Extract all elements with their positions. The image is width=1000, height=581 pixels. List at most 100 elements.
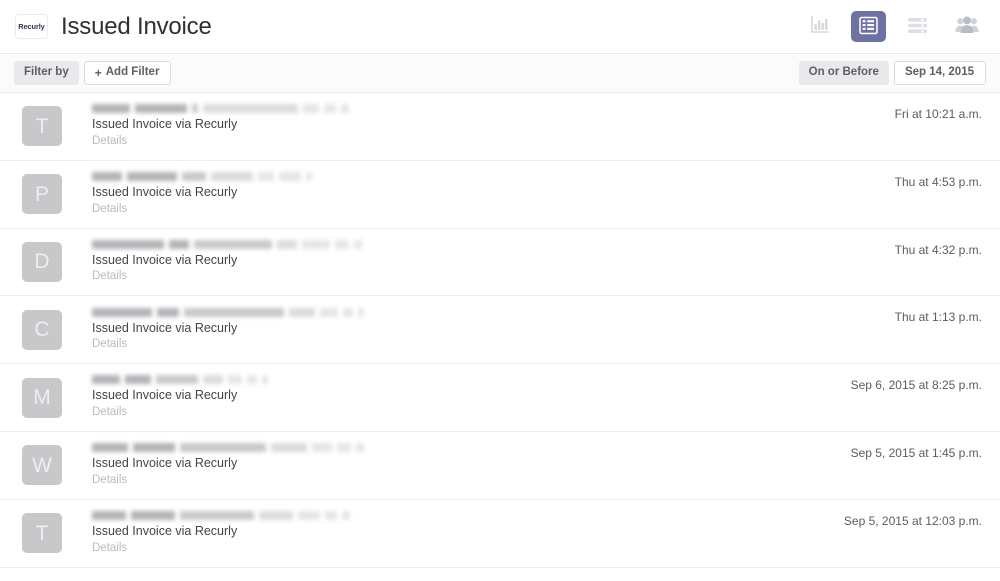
details-link[interactable]: Details [92, 541, 828, 556]
table-row[interactable]: W Issued Invoice via Recurly Details Sep 5,… [0, 432, 1000, 500]
redacted-segment [92, 375, 120, 385]
redacted-subject [92, 375, 835, 385]
filter-bar: Filter by + Add Filter On or Before Sep … [0, 54, 1000, 93]
avatar: P [22, 174, 62, 215]
plus-icon: + [94, 66, 102, 80]
row-body: Issued Invoice via Recurly Details [62, 104, 879, 149]
row-body: Issued Invoice via Recurly Details [62, 171, 879, 217]
bar-chart-button[interactable] [802, 11, 837, 42]
redacted-segment [192, 104, 198, 114]
people-icon [954, 16, 979, 38]
redacted-segment [157, 307, 179, 317]
redacted-segment [92, 307, 152, 317]
redacted-segment [203, 104, 298, 114]
filter-bar-left: Filter by + Add Filter [14, 61, 172, 85]
details-link[interactable]: Details [92, 202, 879, 217]
activity-list[interactable]: T Issued Invoice via Recurly Details Fri at… [0, 93, 1000, 581]
avatar: W [22, 445, 62, 486]
redacted-segment [180, 443, 266, 453]
row-timestamp: Thu at 4:32 p.m. [894, 242, 982, 257]
header-actions [802, 11, 984, 42]
redacted-subject [92, 104, 879, 114]
redacted-segment [335, 239, 349, 249]
redacted-segment [125, 375, 151, 385]
avatar: M [22, 377, 62, 418]
row-action-text: Issued Invoice via Recurly [92, 320, 238, 335]
redacted-segment [298, 510, 320, 520]
feed-button[interactable] [900, 11, 935, 42]
date-value-button[interactable]: Sep 14, 2015 [893, 61, 986, 85]
row-action-text: Issued Invoice via Recurly [92, 388, 238, 403]
table-row[interactable]: T Issued Invoice via Recurly Details Fri at… [0, 93, 1000, 161]
row-timestamp: Thu at 1:13 p.m. [894, 310, 982, 325]
redacted-segment [343, 307, 353, 317]
avatar: D [22, 241, 62, 282]
recurly-logo-text: Recurly [18, 22, 45, 31]
row-body: Issued Invoice via Recurly Details [62, 307, 879, 353]
redacted-segment [279, 171, 301, 181]
redacted-subject [92, 443, 835, 453]
table-row[interactable]: D Issued Invoice via Recurly Details Thu at… [0, 229, 1000, 297]
redacted-segment [203, 375, 223, 385]
row-timestamp: Sep 6, 2015 at 8:25 p.m. [850, 378, 982, 393]
redacted-segment [133, 443, 175, 453]
row-timestamp: Thu at 4:53 p.m. [894, 174, 982, 189]
feed-icon [907, 17, 928, 37]
redacted-segment [262, 375, 268, 385]
redacted-segment [356, 443, 364, 453]
redacted-segment [180, 510, 254, 520]
details-link[interactable]: Details [92, 405, 835, 420]
redacted-segment [277, 239, 297, 249]
row-timestamp: Sep 5, 2015 at 12:03 p.m. [843, 513, 982, 528]
app-window: Recurly Issued Invoice Filter by + Add F… [0, 0, 1000, 581]
details-link[interactable]: Details [92, 337, 879, 352]
redacted-segment [342, 510, 350, 520]
avatar: T [22, 513, 62, 554]
redacted-segment [228, 375, 242, 385]
redacted-segment [258, 171, 274, 181]
list-icon [859, 16, 878, 38]
details-link[interactable]: Details [92, 134, 879, 149]
redacted-segment [92, 510, 126, 520]
date-operator-label: On or Before [798, 61, 889, 85]
table-row[interactable]: P Issued Invoice via Recurly Details Thu at… [0, 161, 1000, 229]
avatar: C [22, 309, 62, 350]
row-action-text: Issued Invoice via Recurly [92, 184, 238, 199]
redacted-segment [306, 171, 312, 181]
redacted-segment [156, 375, 198, 385]
redacted-segment [324, 104, 336, 114]
row-action-text: Issued Invoice via Recurly [92, 117, 238, 132]
redacted-subject [92, 239, 879, 249]
row-timestamp: Sep 5, 2015 at 1:45 p.m. [850, 445, 982, 460]
brand: Recurly Issued Invoice [15, 14, 212, 39]
redacted-segment [320, 307, 338, 317]
recurly-logo-icon: Recurly [15, 14, 48, 39]
details-link[interactable]: Details [92, 269, 879, 284]
row-action-text: Issued Invoice via Recurly [92, 523, 238, 538]
redacted-segment [184, 307, 284, 317]
redacted-segment [259, 510, 293, 520]
details-link[interactable]: Details [92, 473, 835, 488]
table-row[interactable]: C Issued Invoice via Recurly Details Thu at… [0, 296, 1000, 365]
table-row[interactable]: T Issued Invoice via Recurly Details Sep 5,… [0, 500, 1000, 568]
redacted-segment [92, 171, 122, 181]
redacted-segment [341, 104, 349, 114]
redacted-segment [169, 239, 189, 249]
redacted-segment [182, 171, 206, 181]
redacted-segment [358, 307, 364, 317]
bar-chart-icon [810, 15, 830, 38]
redacted-segment [289, 307, 315, 317]
redacted-segment [92, 104, 130, 114]
redacted-subject [92, 510, 828, 520]
table-row[interactable]: M Issued Invoice via Recurly Details Sep 6,… [0, 364, 1000, 432]
row-body: Issued Invoice via Recurly Details [62, 510, 828, 556]
redacted-segment [312, 443, 332, 453]
add-filter-label: Add Filter [105, 66, 160, 79]
activity-list-button[interactable] [851, 11, 886, 42]
redacted-segment [325, 510, 337, 520]
filter-by-label: Filter by [14, 61, 79, 85]
redacted-segment [127, 171, 177, 181]
redacted-segment [194, 239, 272, 249]
add-filter-button[interactable]: + Add Filter [83, 61, 172, 85]
people-button[interactable] [949, 11, 984, 42]
